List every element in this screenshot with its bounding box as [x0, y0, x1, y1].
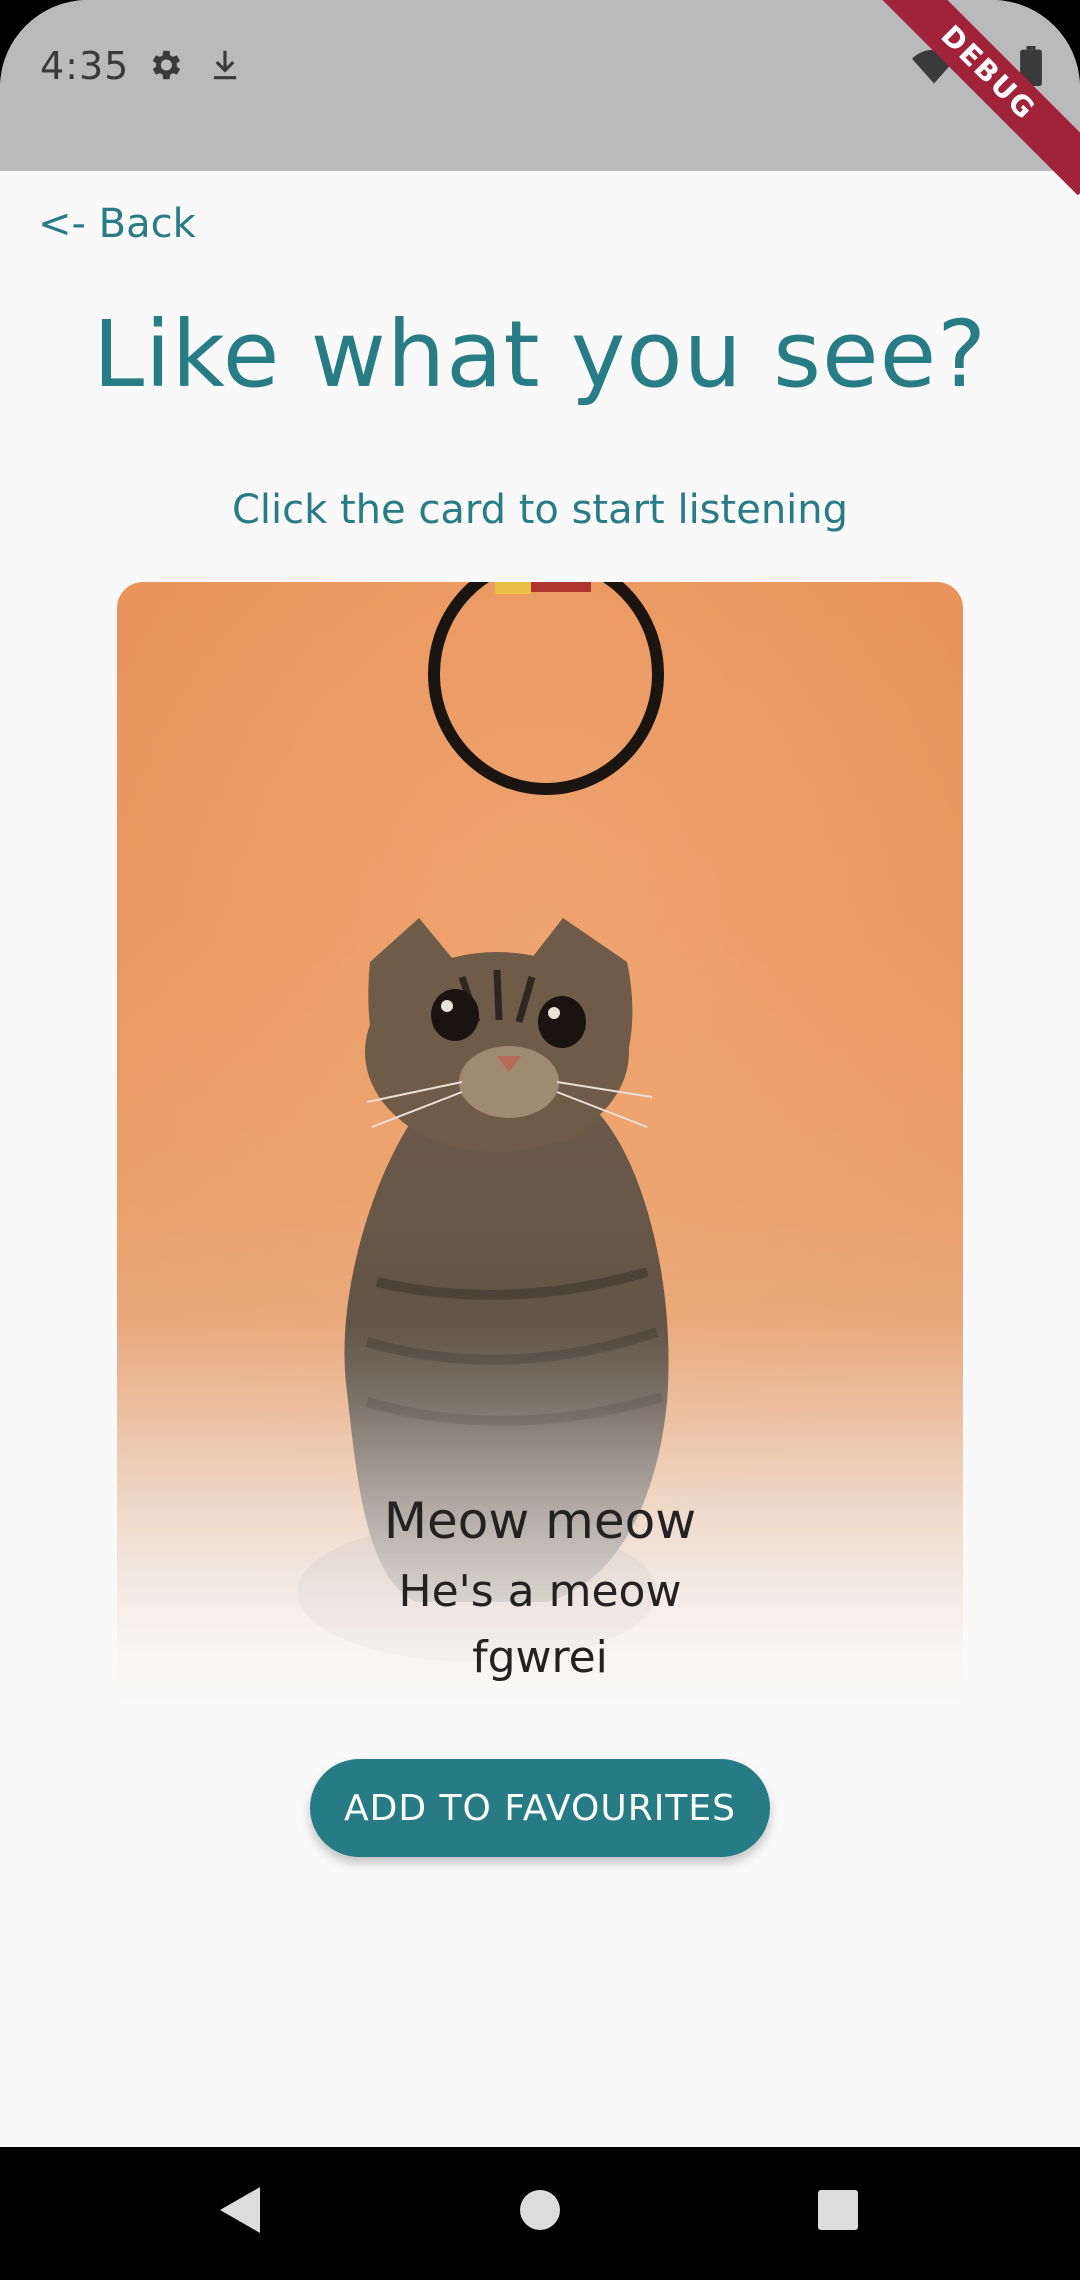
back-button[interactable]: <- Back [38, 201, 196, 247]
gear-icon [146, 46, 184, 88]
media-card[interactable]: Meow meow He's a meow fgwrei [117, 582, 963, 1702]
card-description: He's a meow [398, 1566, 682, 1617]
home-circle-icon[interactable] [518, 2185, 562, 2239]
status-bar: 4:35 DEBUG [0, 0, 1080, 196]
download-icon [206, 46, 244, 88]
page-subtitle: Click the card to start listening [231, 487, 849, 533]
card-title: Meow meow [383, 1492, 697, 1550]
main-content: <- Back Like what you see? Click the car… [0, 171, 1080, 2147]
phone-screen: 4:35 DEBUG <- Back Like what you see? Cl… [0, 0, 1080, 2280]
page-title: Like what you see? [92, 301, 988, 408]
status-time: 4:35 [40, 44, 130, 88]
system-nav-bar [0, 2147, 1080, 2280]
back-triangle-icon[interactable] [218, 2185, 262, 2239]
recents-square-icon[interactable] [816, 2185, 860, 2239]
card-extra-text: fgwrei [472, 1632, 608, 1683]
debug-banner: DEBUG [865, 0, 1080, 196]
add-to-favourites-button[interactable]: ADD TO FAVOURITES [310, 1759, 770, 1857]
